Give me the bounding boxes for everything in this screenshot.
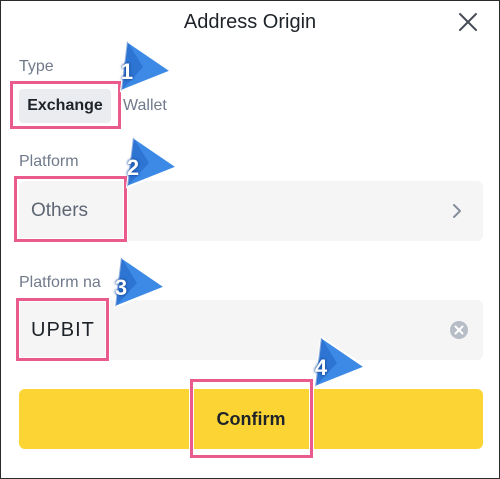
address-origin-dialog: Address Origin Type Exchange Wallet Plat… [0, 0, 500, 479]
step-number: 1 [120, 59, 134, 84]
type-option-exchange[interactable]: Exchange [19, 89, 111, 123]
platform-name-label: Platform na [19, 274, 101, 291]
clear-icon[interactable] [449, 320, 469, 340]
close-icon[interactable] [455, 9, 481, 35]
platform-name-input[interactable]: UPBIT [19, 300, 483, 360]
type-option-wallet[interactable]: Wallet [123, 89, 167, 123]
platform-name-value: UPBIT [31, 318, 95, 341]
step-number: 3 [114, 275, 128, 300]
dialog-title: Address Origin [183, 11, 317, 33]
step-number: 2 [126, 155, 140, 180]
platform-label: Platform [19, 153, 79, 170]
type-label: Type [19, 58, 54, 75]
chevron-right-icon [451, 203, 463, 219]
platform-value: Others [31, 200, 89, 221]
platform-select[interactable]: Others [19, 181, 483, 241]
confirm-button[interactable]: Confirm [19, 389, 483, 449]
